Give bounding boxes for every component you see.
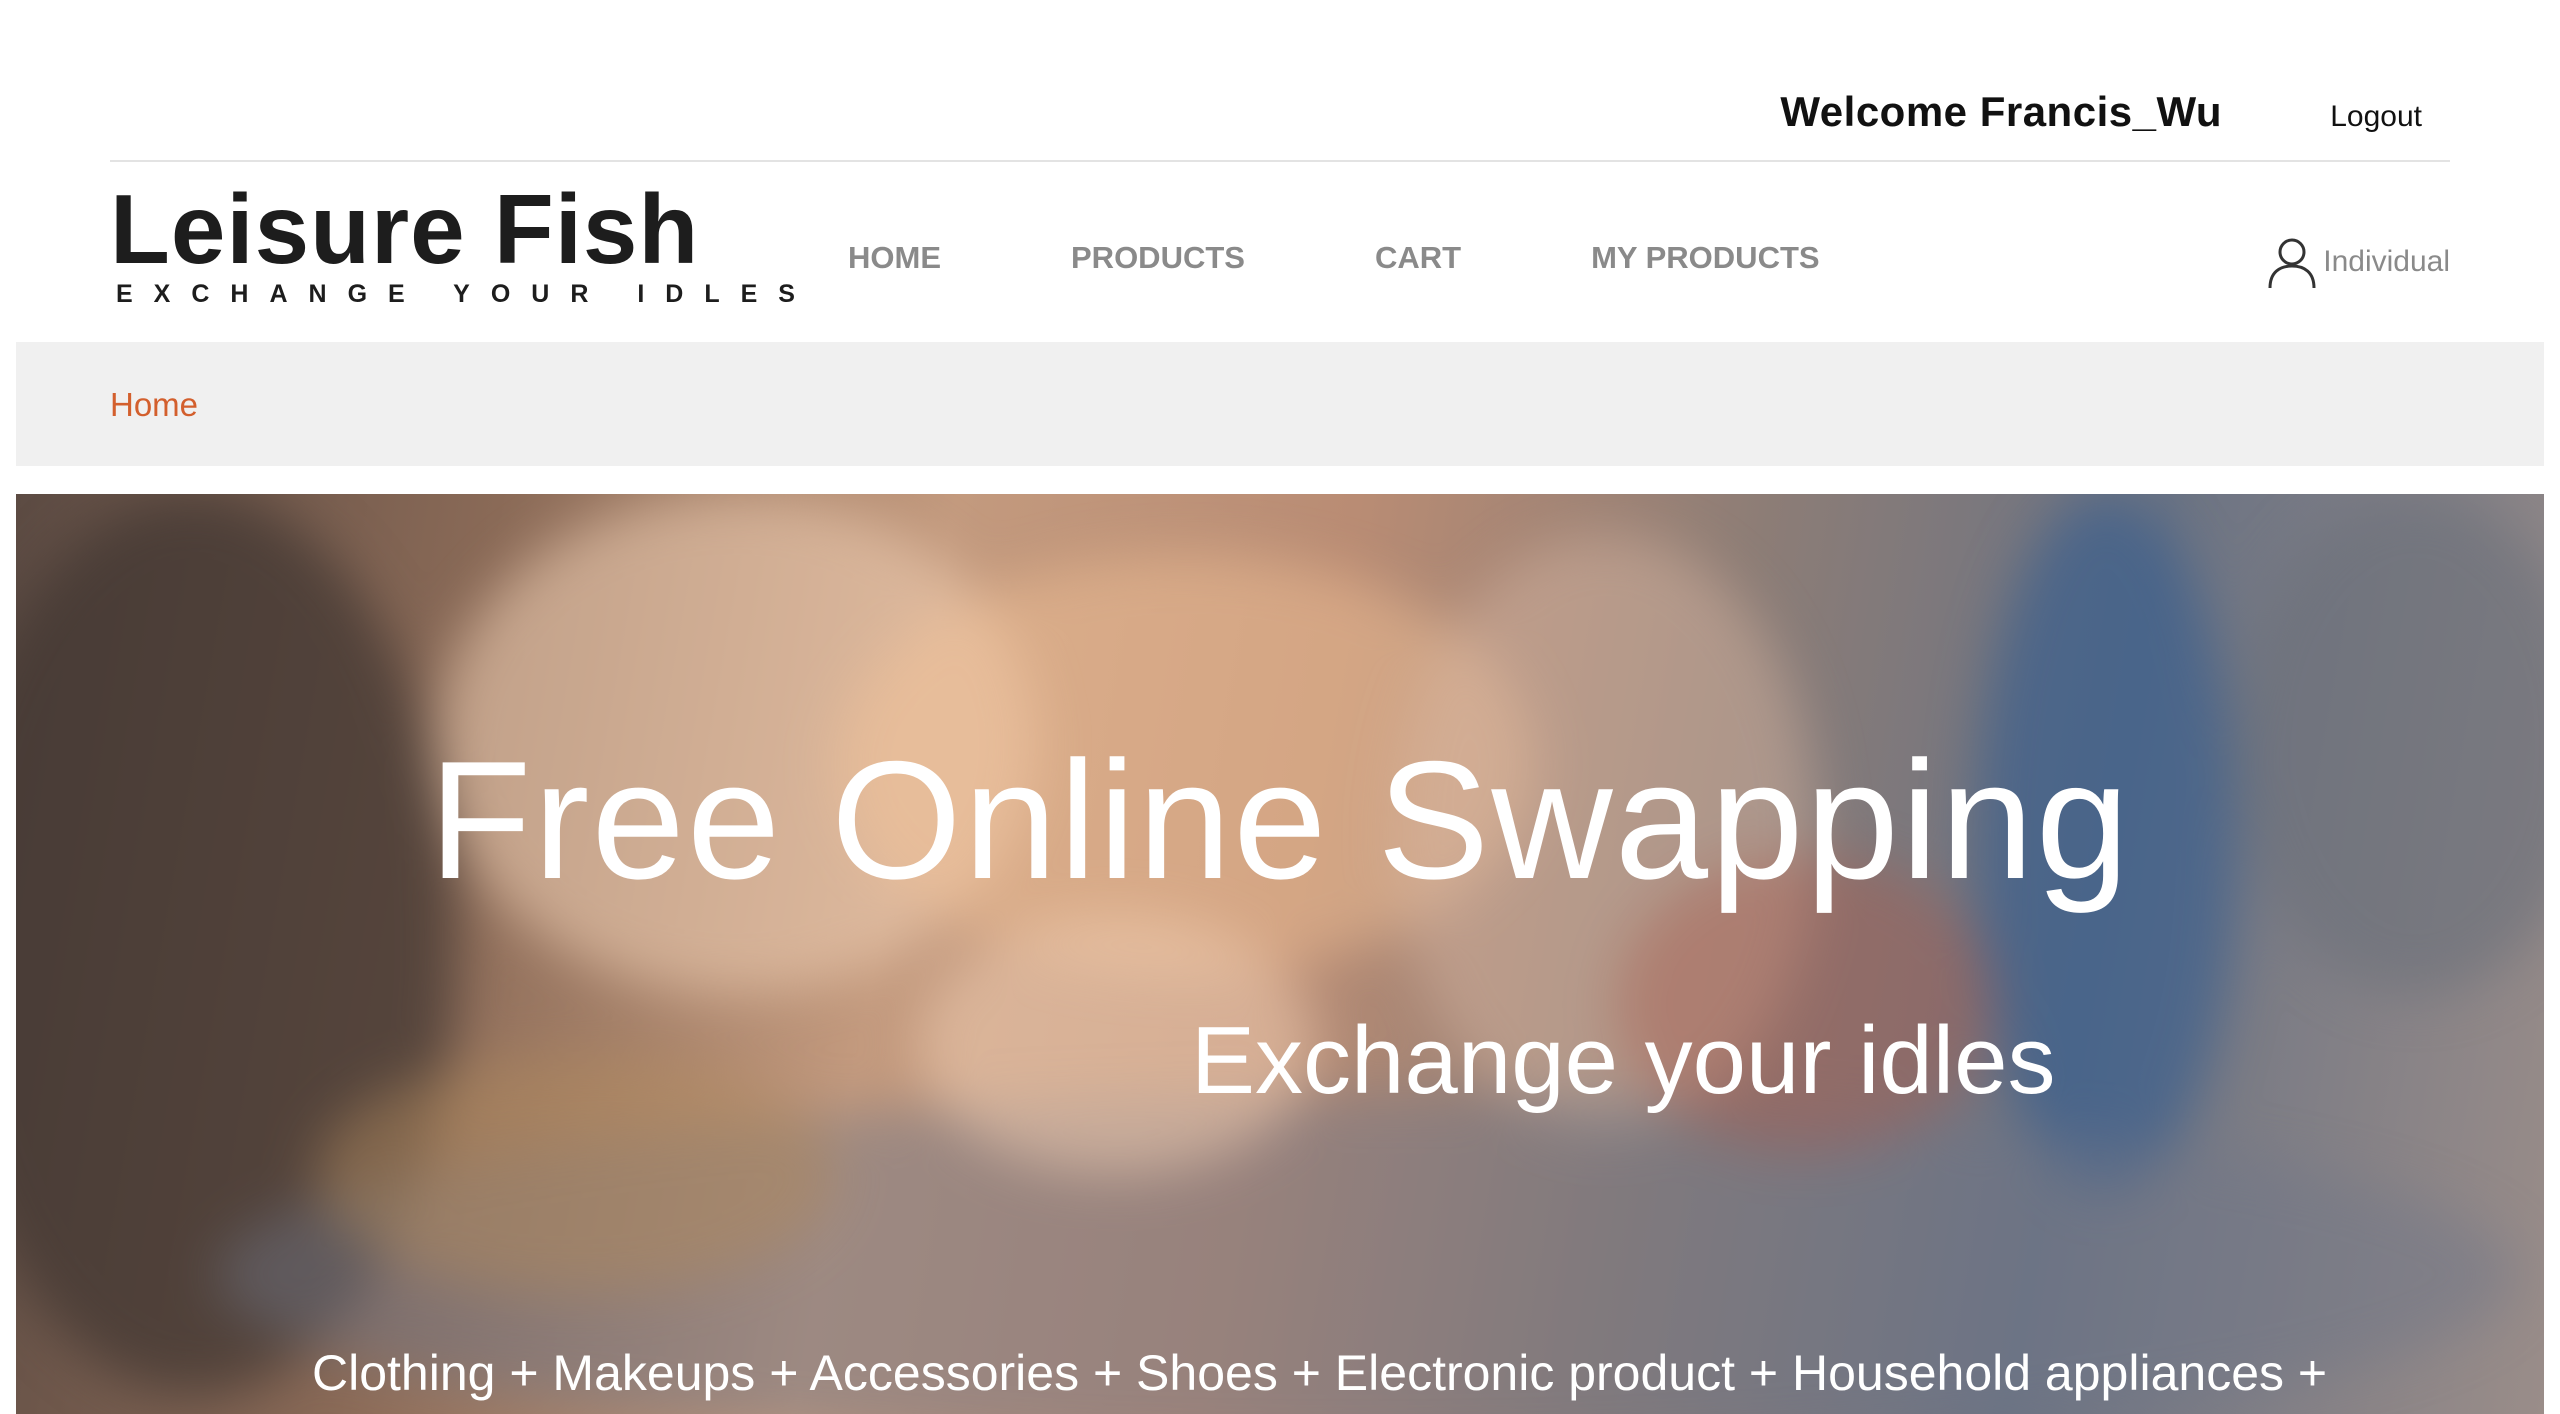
page: Welcome Francis_Wu Logout Leisure Fish E…: [0, 0, 2560, 1414]
logo-title[interactable]: Leisure Fish: [110, 180, 699, 278]
individual-label: Individual: [2323, 245, 2450, 278]
breadcrumb: Home: [16, 342, 2544, 466]
header: Leisure Fish EXCHANGE YOUR IDLES HOME PR…: [0, 162, 2560, 342]
logo-tagline: EXCHANGE YOUR IDLES: [116, 280, 816, 308]
hero-categories: Clothing + Makeups + Accessories + Shoes…: [312, 1345, 2328, 1401]
main-nav: HOME PRODUCTS CART MY PRODUCTS: [848, 240, 1950, 276]
hero-subtitle: Exchange your idles: [1191, 1007, 2056, 1114]
hero-banner: Free Online Swapping Exchange your idles…: [16, 494, 2544, 1414]
individual-account-link[interactable]: Individual: [2265, 234, 2450, 290]
top-bar: Welcome Francis_Wu Logout: [110, 0, 2450, 162]
user-icon: [2268, 238, 2316, 289]
nav-my-products[interactable]: MY PRODUCTS: [1591, 240, 1820, 276]
welcome-text: Welcome Francis_Wu: [1780, 88, 2222, 135]
breadcrumb-home[interactable]: Home: [110, 386, 198, 424]
logout-link[interactable]: Logout: [2330, 100, 2422, 134]
hero-background-image: [16, 494, 2544, 1414]
nav-cart[interactable]: CART: [1375, 240, 1461, 276]
hero-title: Free Online Swapping: [428, 726, 2132, 914]
nav-products[interactable]: PRODUCTS: [1071, 240, 1245, 276]
nav-home[interactable]: HOME: [848, 240, 941, 276]
